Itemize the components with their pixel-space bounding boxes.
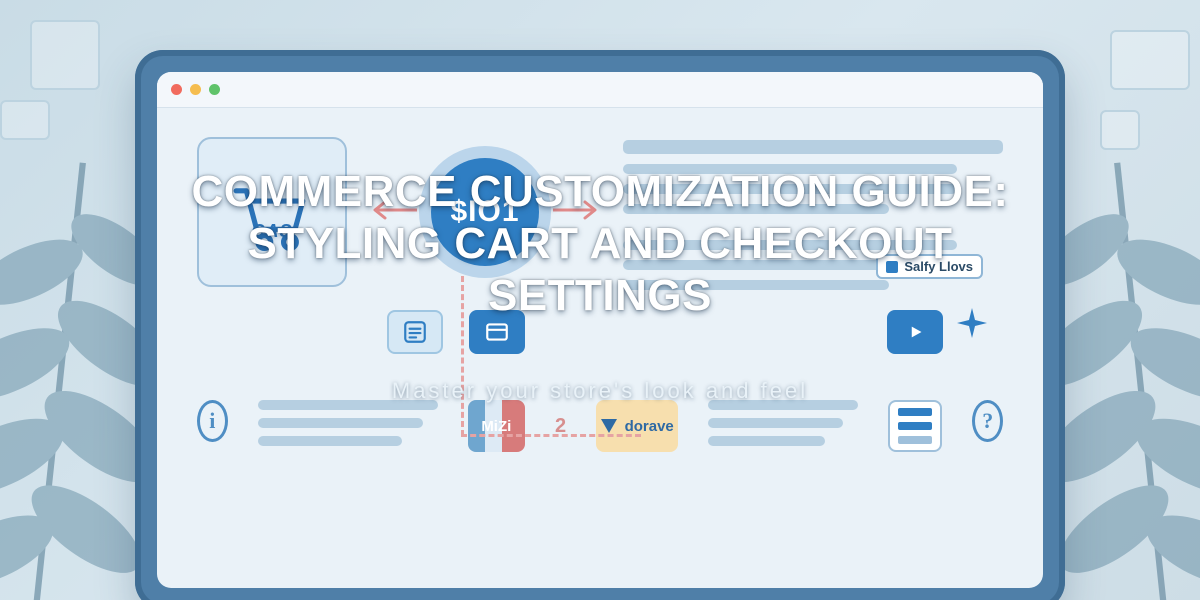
- arrow-right-icon: [553, 200, 597, 225]
- traffic-light-minimize-icon: [190, 84, 201, 95]
- card-tile-icon: [469, 310, 525, 354]
- placeholder-line: [708, 418, 843, 428]
- placeholder-line: [258, 418, 424, 428]
- dashed-connector: [461, 434, 641, 437]
- laptop-illustration: CAS $IO1: [135, 50, 1065, 600]
- laptop-bezel: CAS $IO1: [135, 50, 1065, 600]
- help-icon: ?: [972, 400, 1003, 442]
- mock-page: CAS $IO1: [157, 108, 1043, 588]
- brand-pill: dorave: [596, 400, 678, 452]
- brand-tag-text: Salfy Llovs: [904, 259, 973, 274]
- placeholder-lines-bottom-mid: [708, 400, 858, 446]
- brand-tag: Salfy Llovs: [876, 254, 983, 279]
- price-badge-text: $IO1: [450, 195, 519, 229]
- deco-rect: [1110, 30, 1190, 90]
- placeholder-line: [258, 436, 402, 446]
- dashed-connector: [461, 276, 464, 436]
- stripes-pill-icon: [888, 400, 942, 452]
- placeholder-lines-bottom-left: [258, 400, 438, 446]
- placeholder-line: [708, 400, 858, 410]
- color-pill-text: MiZi: [481, 418, 511, 435]
- play-tile-icon: [887, 310, 943, 354]
- placeholder-line: [623, 140, 1003, 154]
- cart-card: CAS: [197, 137, 347, 287]
- hero-stage: CAS $IO1: [0, 0, 1200, 600]
- brand-pill-text: dorave: [625, 418, 674, 435]
- placeholder-line: [623, 240, 957, 250]
- bottom-row: i MiZi 2 dorave: [197, 400, 1003, 452]
- placeholder-line: [708, 436, 825, 446]
- cart-card-label: CAS: [251, 221, 292, 242]
- deco-rect: [30, 20, 100, 90]
- price-badge: $IO1: [431, 158, 539, 266]
- placeholder-line: [623, 184, 957, 194]
- info-icon: i: [197, 400, 228, 442]
- color-pill: MiZi: [468, 400, 525, 452]
- window-chrome: [157, 72, 1043, 108]
- cart-icon: [231, 183, 313, 255]
- traffic-light-close-icon: [171, 84, 182, 95]
- sparkle-icon: [957, 308, 987, 343]
- placeholder-line: [623, 164, 957, 174]
- arrow-left-icon: [373, 200, 417, 225]
- placeholder-line: [623, 280, 889, 290]
- brand-tag-square-icon: [886, 261, 898, 273]
- brand-tag-row: Salfy Llovs: [876, 254, 983, 279]
- checklist-tile-icon: [387, 310, 443, 354]
- laptop-screen: CAS $IO1: [157, 72, 1043, 588]
- placeholder-line: [623, 204, 889, 214]
- traffic-light-zoom-icon: [209, 84, 220, 95]
- info-icon-symbol: i: [209, 408, 215, 434]
- placeholder-line: [258, 400, 438, 410]
- flow-wrap: $IO1: [373, 158, 597, 266]
- help-icon-symbol: ?: [982, 408, 993, 434]
- mid-row: [387, 310, 1003, 354]
- brand-pill-triangle-icon: [601, 419, 617, 433]
